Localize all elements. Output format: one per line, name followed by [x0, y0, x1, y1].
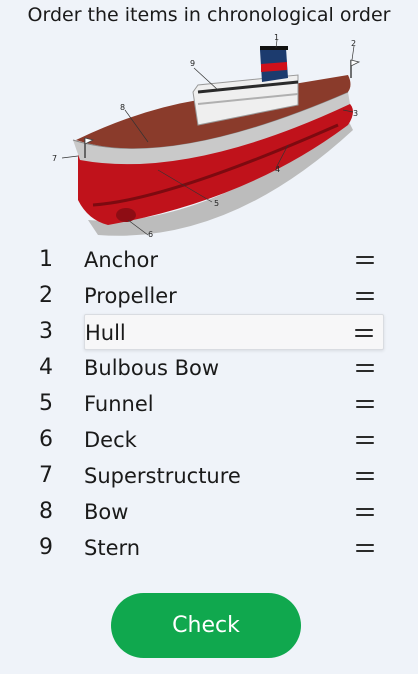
position-number: 8: [39, 499, 53, 524]
figure-label-3: 3: [353, 109, 358, 118]
list-item: 9 Stern: [0, 530, 418, 566]
position-number: 3: [39, 319, 53, 344]
drag-handle-icon[interactable]: [356, 363, 374, 373]
figure-label-4: 4: [275, 165, 280, 174]
drag-handle-icon[interactable]: [356, 291, 374, 301]
position-number: 9: [39, 535, 53, 560]
figure-label-1: 1: [274, 33, 279, 42]
item-label: Propeller: [84, 284, 177, 308]
draggable-item-card[interactable]: Superstructure: [84, 458, 384, 494]
list-item: 5 Funnel: [0, 386, 418, 422]
list-item: 3 Hull: [0, 314, 418, 350]
list-item: 6 Deck: [0, 422, 418, 458]
draggable-item-card[interactable]: Bow: [84, 494, 384, 530]
drag-handle-icon[interactable]: [355, 328, 373, 338]
item-label: Anchor: [84, 248, 159, 272]
draggable-item-card[interactable]: Funnel: [84, 386, 384, 422]
list-item: 1 Anchor: [0, 242, 418, 278]
drag-handle-icon[interactable]: [356, 543, 374, 553]
item-label: Stern: [84, 536, 141, 560]
drag-handle-icon[interactable]: [356, 255, 374, 265]
item-label: Bulbous Bow: [84, 356, 220, 380]
position-number: 1: [39, 247, 53, 272]
draggable-item-card-selected[interactable]: Hull: [84, 314, 384, 350]
figure-label-9: 9: [190, 59, 195, 68]
position-number: 2: [39, 283, 53, 308]
draggable-item-card[interactable]: Bulbous Bow: [84, 350, 384, 386]
position-number: 7: [39, 463, 53, 488]
draggable-item-card[interactable]: Propeller: [84, 278, 384, 314]
figure-label-7: 7: [52, 154, 57, 163]
item-label: Superstructure: [84, 464, 241, 488]
item-label: Bow: [84, 500, 129, 524]
position-number: 4: [39, 355, 53, 380]
figure-label-2: 2: [351, 39, 356, 48]
ship-diagram: 1 2 3 4 5 6 7 8 9: [48, 30, 378, 240]
list-item: 4 Bulbous Bow: [0, 350, 418, 386]
list-item: 2 Propeller: [0, 278, 418, 314]
figure-label-6: 6: [148, 230, 153, 239]
position-number: 5: [39, 391, 53, 416]
item-label: Deck: [84, 428, 137, 452]
drag-handle-icon[interactable]: [356, 507, 374, 517]
position-number: 6: [39, 427, 53, 452]
list-item: 7 Superstructure: [0, 458, 418, 494]
list-item: 8 Bow: [0, 494, 418, 530]
item-label: Funnel: [84, 392, 154, 416]
drag-handle-icon[interactable]: [356, 399, 374, 409]
draggable-item-card[interactable]: Anchor: [84, 242, 384, 278]
draggable-item-card[interactable]: Deck: [84, 422, 384, 458]
item-label: Hull: [85, 321, 126, 345]
figure-label-8: 8: [120, 103, 125, 112]
draggable-item-card[interactable]: Stern: [84, 530, 384, 566]
check-button[interactable]: Check: [111, 593, 301, 658]
drag-handle-icon[interactable]: [356, 435, 374, 445]
instruction-text: Order the items in chronological order: [27, 4, 391, 26]
drag-handle-icon[interactable]: [356, 471, 374, 481]
figure-label-5: 5: [214, 199, 219, 208]
